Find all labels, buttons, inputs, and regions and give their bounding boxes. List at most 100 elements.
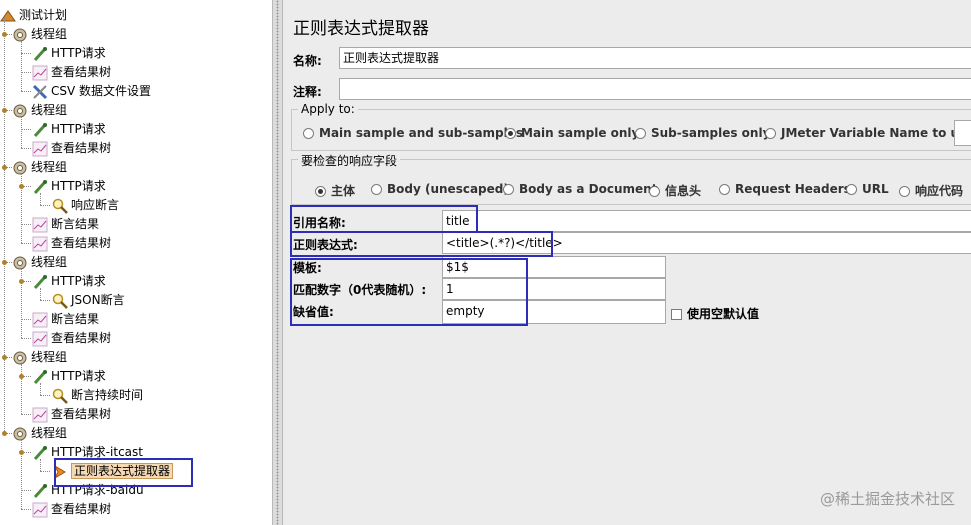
tree-node[interactable]: 断言结果 [32,310,99,329]
tree-node-label: 断言结果 [51,312,100,326]
chart-icon [32,217,48,233]
test-plan-icon [0,8,16,24]
tree-node-label: 查看结果树 [51,236,112,250]
regex-extractor-panel: 正则表达式提取器 名称: 正则表达式提取器 注释: Apply to: Main… [283,0,971,525]
tree-expander[interactable] [2,260,7,265]
test-plan-tree[interactable]: 测试计划 线程组 HTTP请求 查看结果树 CSV 数据文件设置 线程组 HTTP请求 查看… [0,0,272,525]
tree-node[interactable]: 查看结果树 [32,234,111,253]
tree-node[interactable]: HTTP请求 [32,120,106,139]
tree-connector [21,129,31,130]
tree-connector [40,193,41,205]
tree-node-label: 线程组 [31,160,68,174]
tree-connector [40,459,41,471]
tree-connector [40,205,50,206]
tree-connector [4,18,5,435]
pipette-icon [32,122,48,138]
tree-node-test-plan[interactable]: 测试计划 [0,6,67,25]
tree-connector [21,269,22,338]
tools-icon [32,84,48,100]
tree-node[interactable]: 查看结果树 [32,500,111,519]
tree-node-label: 查看结果树 [51,331,112,345]
magnifier-icon [52,293,68,309]
chart-icon [32,331,48,347]
chart-icon [32,312,48,328]
apply-main-and-sub-radio[interactable]: Main sample and sub-samples [303,126,523,140]
ref-name-field[interactable]: title [442,210,971,232]
tree-connector [21,41,22,91]
tree-node[interactable]: 查看结果树 [32,329,111,348]
tree-node[interactable]: 断言持续时间 [52,386,143,405]
tree-node[interactable]: 查看结果树 [32,405,111,424]
tree-node-label: 查看结果树 [51,65,112,79]
tree-expander[interactable] [2,355,7,360]
tree-node-label: HTTP请求 [51,274,106,288]
tree-node[interactable]: HTTP请求 [32,367,106,386]
tree-connector [21,53,31,54]
tree-node-label: 线程组 [31,27,68,41]
pipette-icon [32,483,48,499]
tree-node-label: 断言结果 [51,217,100,231]
gear-icon [12,350,28,366]
tree-node-label: 测试计划 [19,8,68,22]
chart-icon [32,141,48,157]
tree-connector [21,490,31,491]
selected-node-highlight [54,458,193,487]
apply-variable-radio[interactable]: JMeter Variable Name to use [765,126,971,140]
tree-connector [21,224,31,225]
tree-node[interactable]: 查看结果树 [32,139,111,158]
field-response-code-radio[interactable]: 响应代码 [899,182,963,199]
field-request-headers-radio[interactable]: Request Headers [719,182,851,196]
tree-connector [21,117,22,148]
apply-main-only-radio[interactable]: Main sample only [505,126,639,140]
template-group-highlight [290,258,528,326]
magnifier-icon [52,388,68,404]
tree-connector [21,91,31,92]
tree-expander[interactable] [2,165,7,170]
split-pane-divider[interactable] [272,0,283,525]
tree-connector [40,288,41,300]
tree-node[interactable]: 查看结果树 [32,63,111,82]
use-empty-default-checkbox[interactable]: 使用空默认值 [671,305,759,322]
name-field[interactable]: 正则表达式提取器 [339,47,971,69]
comment-field[interactable] [339,78,971,100]
tree-connector [21,414,31,415]
tree-node-label: CSV 数据文件设置 [51,84,152,98]
tree-node[interactable]: CSV 数据文件设置 [32,82,151,101]
tree-node[interactable]: 响应断言 [52,196,119,215]
tree-connector [21,72,31,73]
tree-connector [21,319,31,320]
tree-expander[interactable] [2,32,7,37]
chart-icon [32,502,48,518]
tree-connector [40,471,50,472]
gear-icon [12,103,28,119]
tree-connector [21,338,31,339]
field-body-radio[interactable]: 主体 [315,182,355,199]
response-field-title: 要检查的响应字段 [298,152,401,169]
tree-node-label: 查看结果树 [51,141,112,155]
tree-node[interactable]: JSON断言 [52,291,125,310]
field-body-document-radio[interactable]: Body as a Document [503,182,657,196]
pipette-icon [32,46,48,62]
tree-connector [21,148,31,149]
field-url-radio[interactable]: URL [846,182,889,196]
ref-name-highlight [290,205,478,233]
tree-expander[interactable] [2,108,7,113]
tree-node-label: 线程组 [31,103,68,117]
tree-node[interactable]: 断言结果 [32,215,99,234]
gear-icon [12,160,28,176]
tree-connector [40,395,50,396]
tree-connector [21,440,22,509]
chart-icon [32,65,48,81]
tree-node[interactable]: HTTP请求 [32,177,106,196]
field-headers-radio[interactable]: 信息头 [649,182,701,199]
comment-label: 注释: [293,85,322,99]
tree-node[interactable]: HTTP请求 [32,44,106,63]
tree-node-label: HTTP请求 [51,122,106,136]
field-body-unescaped-radio[interactable]: Body (unescaped) [371,182,509,196]
tree-node-label: 查看结果树 [51,502,112,516]
jmeter-variable-field[interactable] [954,120,971,146]
tree-node-label: HTTP请求 [51,179,106,193]
tree-expander[interactable] [2,431,7,436]
apply-sub-only-radio[interactable]: Sub-samples only [635,126,770,140]
tree-node[interactable]: HTTP请求 [32,272,106,291]
